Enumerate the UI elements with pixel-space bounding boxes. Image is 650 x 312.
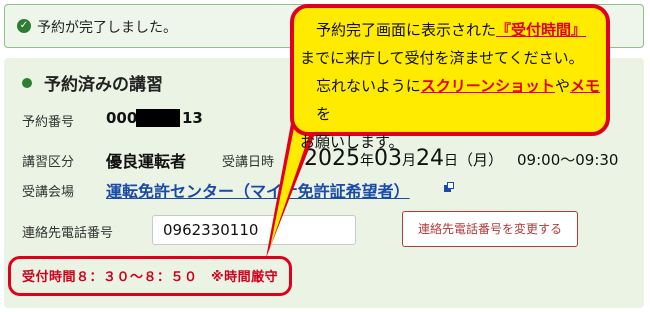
callout-highlight-memo: メモ: [569, 77, 600, 95]
date-label: 受講日時: [222, 155, 275, 170]
reservation-number-label: 予約番号: [22, 115, 75, 130]
change-phone-button[interactable]: 連絡先電話番号を変更する: [402, 211, 578, 247]
category-value: 優良運転者: [106, 152, 187, 171]
callout-line2: までに来庁して受付を済ませてください。: [300, 49, 584, 67]
callout-line4: お願いします。: [300, 133, 404, 151]
reservation-number-prefix: 000: [106, 109, 138, 127]
phone-field[interactable]: 0962330110: [152, 215, 356, 245]
section-title: 予約済みの講習: [44, 75, 163, 95]
callout-line3-end: を: [316, 105, 332, 123]
callout-line1: 予約完了画面に表示された: [316, 21, 497, 39]
category-label: 講習区分: [22, 155, 75, 170]
venue-link[interactable]: 運転免許センター（マイナ免許証希望者）: [106, 178, 410, 202]
section-bullet-icon: [22, 78, 32, 88]
external-link-icon[interactable]: [444, 182, 454, 192]
success-message: 予約が完了しました。: [37, 20, 177, 36]
callout-highlight-screenshot: スクリーンショット: [420, 77, 555, 95]
check-circle-icon: ✓: [17, 19, 31, 33]
callout-highlight-reception: 『受付時間』: [496, 21, 587, 39]
redaction-block: [136, 109, 180, 127]
instruction-callout: 予約完了画面に表示された『受付時間』 までに来庁して受付を済ませてください。 忘…: [290, 4, 610, 151]
callout-line3-start: 忘れないように: [316, 77, 421, 95]
reservation-number-suffix: 13: [182, 109, 203, 127]
callout-line3-mid: や: [554, 77, 570, 95]
venue-label: 受講会場: [22, 185, 75, 200]
phone-label: 連絡先電話番号: [22, 226, 114, 241]
reception-time: 受付時間８：３０～８：５０ ※時間厳守: [22, 270, 279, 285]
